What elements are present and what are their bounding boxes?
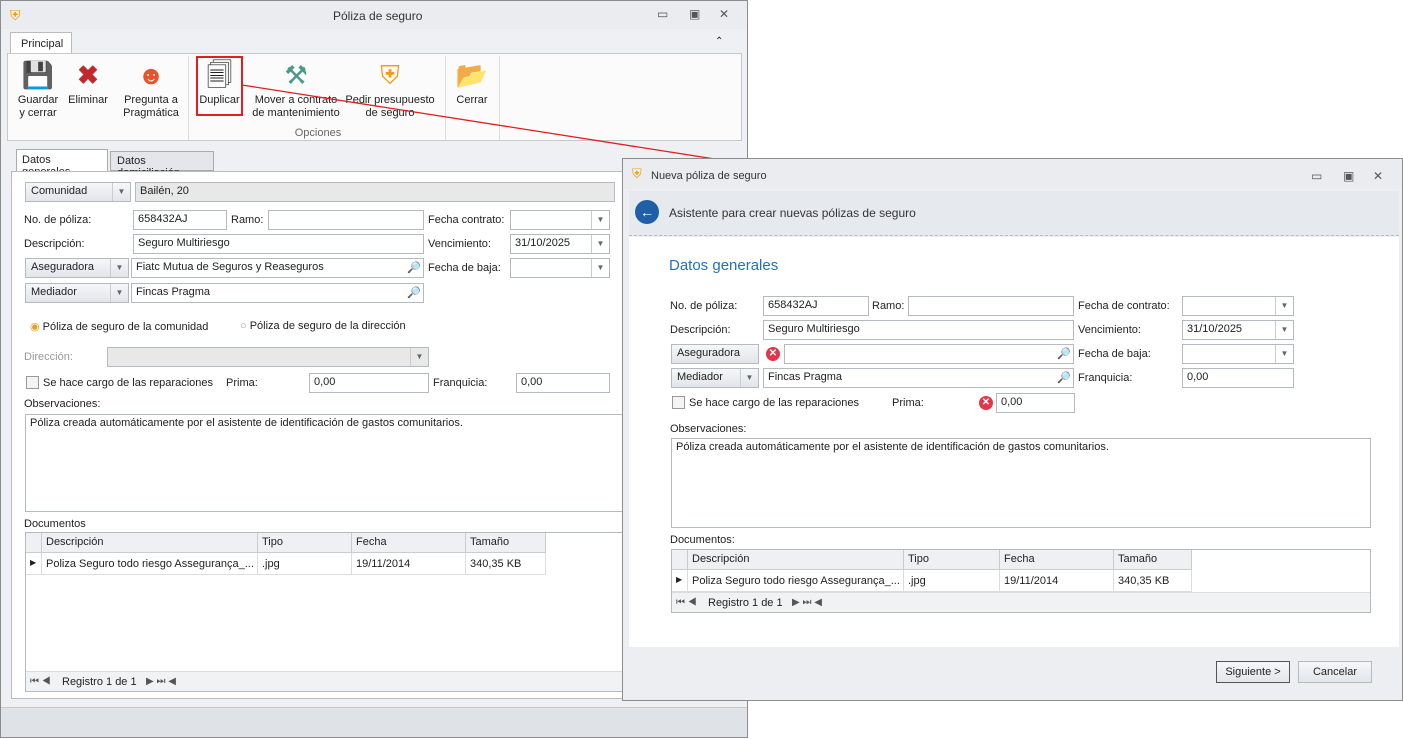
aseguradora-field[interactable]: 🔎 xyxy=(784,344,1074,364)
fecha-baja-field[interactable]: ▼ xyxy=(1182,344,1294,364)
ramo-label: Ramo: xyxy=(872,300,905,312)
minimize-button[interactable]: ▭ xyxy=(1311,169,1322,183)
mediador-field[interactable]: Fincas Pragma 🔎 xyxy=(763,368,1074,388)
reparaciones-checkbox[interactable] xyxy=(672,396,685,409)
wizard-header-title: Asistente para crear nuevas pólizas de s… xyxy=(669,206,916,220)
poliza-label: No. de póliza: xyxy=(670,300,738,312)
ramo-field[interactable] xyxy=(908,296,1074,316)
column-header[interactable]: Tipo xyxy=(904,550,1000,570)
table-cell[interactable]: 340,35 KB xyxy=(1114,570,1192,592)
prima-field[interactable]: 0,00 xyxy=(996,393,1075,413)
vencimiento-label: Vencimiento: xyxy=(1078,324,1141,336)
search-icon[interactable]: 🔎 xyxy=(1055,369,1073,387)
fecha-baja-label: Fecha de baja: xyxy=(1078,348,1151,360)
row-indicator: ▶ xyxy=(672,570,688,592)
mediador-selector[interactable]: Mediador ▼ xyxy=(671,368,759,388)
documents-grid: Descripción Tipo Fecha Tamaño ▶ Poliza S… xyxy=(671,549,1371,613)
table-cell[interactable]: .jpg xyxy=(904,570,1000,592)
chevron-down-icon: ▼ xyxy=(1275,321,1293,339)
error-icon: ✕ xyxy=(979,396,993,410)
column-header[interactable]: Descripción xyxy=(688,550,904,570)
observaciones-field[interactable]: Póliza creada automáticamente por el asi… xyxy=(671,438,1371,528)
section-title: Datos generales xyxy=(669,257,779,274)
fecha-contrato-label: Fecha de contrato: xyxy=(1078,300,1170,312)
cancel-button[interactable]: Cancelar xyxy=(1298,661,1372,683)
search-icon[interactable]: 🔎 xyxy=(1055,345,1073,363)
chevron-down-icon: ▼ xyxy=(1275,345,1293,363)
table-cell[interactable]: Poliza Seguro todo riesgo Assegurança_..… xyxy=(688,570,904,592)
next-button[interactable]: Siguiente > xyxy=(1216,661,1290,683)
poliza-field[interactable]: 658432AJ xyxy=(763,296,869,316)
descripcion-label: Descripción: xyxy=(670,324,731,336)
new-policy-dialog: ⛨ Nueva póliza de seguro ▭ ▣ ✕ ← Asisten… xyxy=(622,158,1403,701)
record-counter: Registro 1 de 1 xyxy=(708,597,783,609)
dialog-title: Nueva póliza de seguro xyxy=(651,170,767,182)
column-header[interactable]: Fecha xyxy=(1000,550,1114,570)
back-arrow-icon[interactable]: ← xyxy=(635,200,659,224)
descripcion-field[interactable]: Seguro Multiriesgo xyxy=(763,320,1074,340)
aseguradora-button[interactable]: Aseguradora xyxy=(671,344,759,364)
grid-navigator[interactable]: ⏮ ◀ Registro 1 de 1 ▶ ⏭ ◀ xyxy=(672,592,1370,612)
chevron-down-icon: ▼ xyxy=(740,369,758,387)
maximize-button[interactable]: ▣ xyxy=(1343,169,1354,183)
vencimiento-field[interactable]: 31/10/2025 ▼ xyxy=(1182,320,1294,340)
reparaciones-label: Se hace cargo de las reparaciones xyxy=(689,397,859,409)
franquicia-label: Franquicia: xyxy=(1078,372,1133,384)
shield-icon: ⛨ xyxy=(632,166,642,181)
wizard-header: ← Asistente para crear nuevas pólizas de… xyxy=(629,191,1399,236)
franquicia-field[interactable]: 0,00 xyxy=(1182,368,1294,388)
error-icon: ✕ xyxy=(766,347,780,361)
next-record-icon[interactable]: ▶ ⏭ ◀ xyxy=(792,597,822,608)
table-cell[interactable]: 19/11/2014 xyxy=(1000,570,1114,592)
close-button[interactable]: ✕ xyxy=(1373,169,1383,183)
wizard-body: Datos generales No. de póliza: 658432AJ … xyxy=(629,237,1399,647)
row-indicator-header xyxy=(672,550,688,570)
prima-label: Prima: xyxy=(892,397,924,409)
documentos-label: Documentos: xyxy=(670,534,735,546)
first-record-icon[interactable]: ⏮ ◀ xyxy=(676,597,697,608)
dialog-title-bar: ⛨ Nueva póliza de seguro ▭ ▣ ✕ xyxy=(623,159,1402,189)
chevron-down-icon: ▼ xyxy=(1275,297,1293,315)
observaciones-label: Observaciones: xyxy=(670,423,747,435)
column-header[interactable]: Tamaño xyxy=(1114,550,1192,570)
fecha-contrato-field[interactable]: ▼ xyxy=(1182,296,1294,316)
